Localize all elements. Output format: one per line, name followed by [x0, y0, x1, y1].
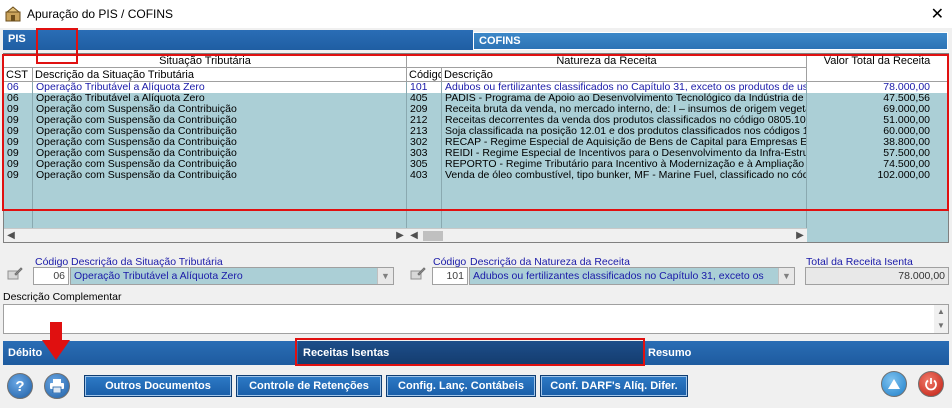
red-down-arrow-icon [42, 322, 70, 360]
title-bar: Apuração do PIS / COFINS ✕ [0, 0, 952, 28]
vertical-scrollbar[interactable]: ▲ ▼ [934, 305, 948, 333]
triangle-up-icon [888, 379, 900, 389]
chevron-down-icon[interactable]: ▼ [778, 268, 794, 284]
close-icon[interactable]: ✕ [931, 4, 944, 24]
exit-button[interactable] [918, 371, 944, 397]
scroll-down-icon[interactable]: ▼ [934, 319, 948, 333]
power-icon [925, 378, 937, 391]
print-button[interactable] [44, 373, 70, 399]
scroll-right-icon[interactable]: ▶ [393, 229, 407, 243]
conf-darf-aliq-difer-button[interactable]: Conf. DARF's Alíq. Difer. [540, 375, 688, 397]
edit-pen-icon[interactable] [410, 266, 426, 280]
app-icon [5, 6, 21, 22]
window-title: Apuração do PIS / COFINS [27, 7, 174, 21]
desc-natureza-value: Adubos ou fertilizantes classificados no… [473, 270, 764, 282]
horizontal-scrollbar-right[interactable]: ◀ ▶ [407, 228, 807, 242]
chevron-down-icon[interactable]: ▼ [377, 268, 393, 284]
desc-natureza-combo[interactable]: Adubos ou fertilizantes classificados no… [469, 267, 795, 285]
scroll-up-icon[interactable]: ▲ [934, 305, 948, 319]
desc-complementar-label: Descrição Complementar [3, 291, 122, 303]
highlight-grid-box [2, 54, 949, 211]
outros-documentos-button[interactable]: Outros Documentos [84, 375, 232, 397]
scroll-left-icon[interactable]: ◀ [4, 229, 18, 243]
scroll-up-button[interactable] [881, 371, 907, 397]
total-receita-field[interactable]: 78.000,00 [805, 267, 949, 285]
codigo-natureza-field[interactable]: 101 [432, 267, 468, 285]
scroll-right-icon[interactable]: ▶ [793, 229, 807, 243]
bottom-toolbar: ? Outros Documentos Controle de Retençõe… [0, 28, 952, 408]
horizontal-scrollbar-left[interactable]: ◀ ▶ [4, 228, 407, 242]
tab-cofins[interactable]: COFINS [473, 32, 948, 50]
config-lanc-contabeis-button[interactable]: Config. Lanç. Contábeis [386, 375, 536, 397]
desc-complementar-input[interactable]: ▲ ▼ [3, 304, 949, 334]
highlight-receitas-tab [295, 338, 645, 366]
scroll-left-icon[interactable]: ◀ [407, 229, 421, 243]
help-button[interactable]: ? [7, 373, 33, 399]
controle-retencoes-button[interactable]: Controle de Retenções [236, 375, 382, 397]
printer-icon [50, 379, 64, 393]
scroll-thumb[interactable] [423, 231, 443, 241]
codigo-situacao-field[interactable]: 06 [33, 267, 69, 285]
desc-situacao-combo[interactable]: Operação Tributável a Alíquota Zero ▼ [70, 267, 394, 285]
tab-resumo[interactable]: Resumo [643, 341, 949, 365]
desc-situacao-value: Operação Tributável a Alíquota Zero [74, 270, 243, 282]
highlight-print-button [36, 28, 78, 64]
edit-pen-icon[interactable] [7, 266, 23, 280]
